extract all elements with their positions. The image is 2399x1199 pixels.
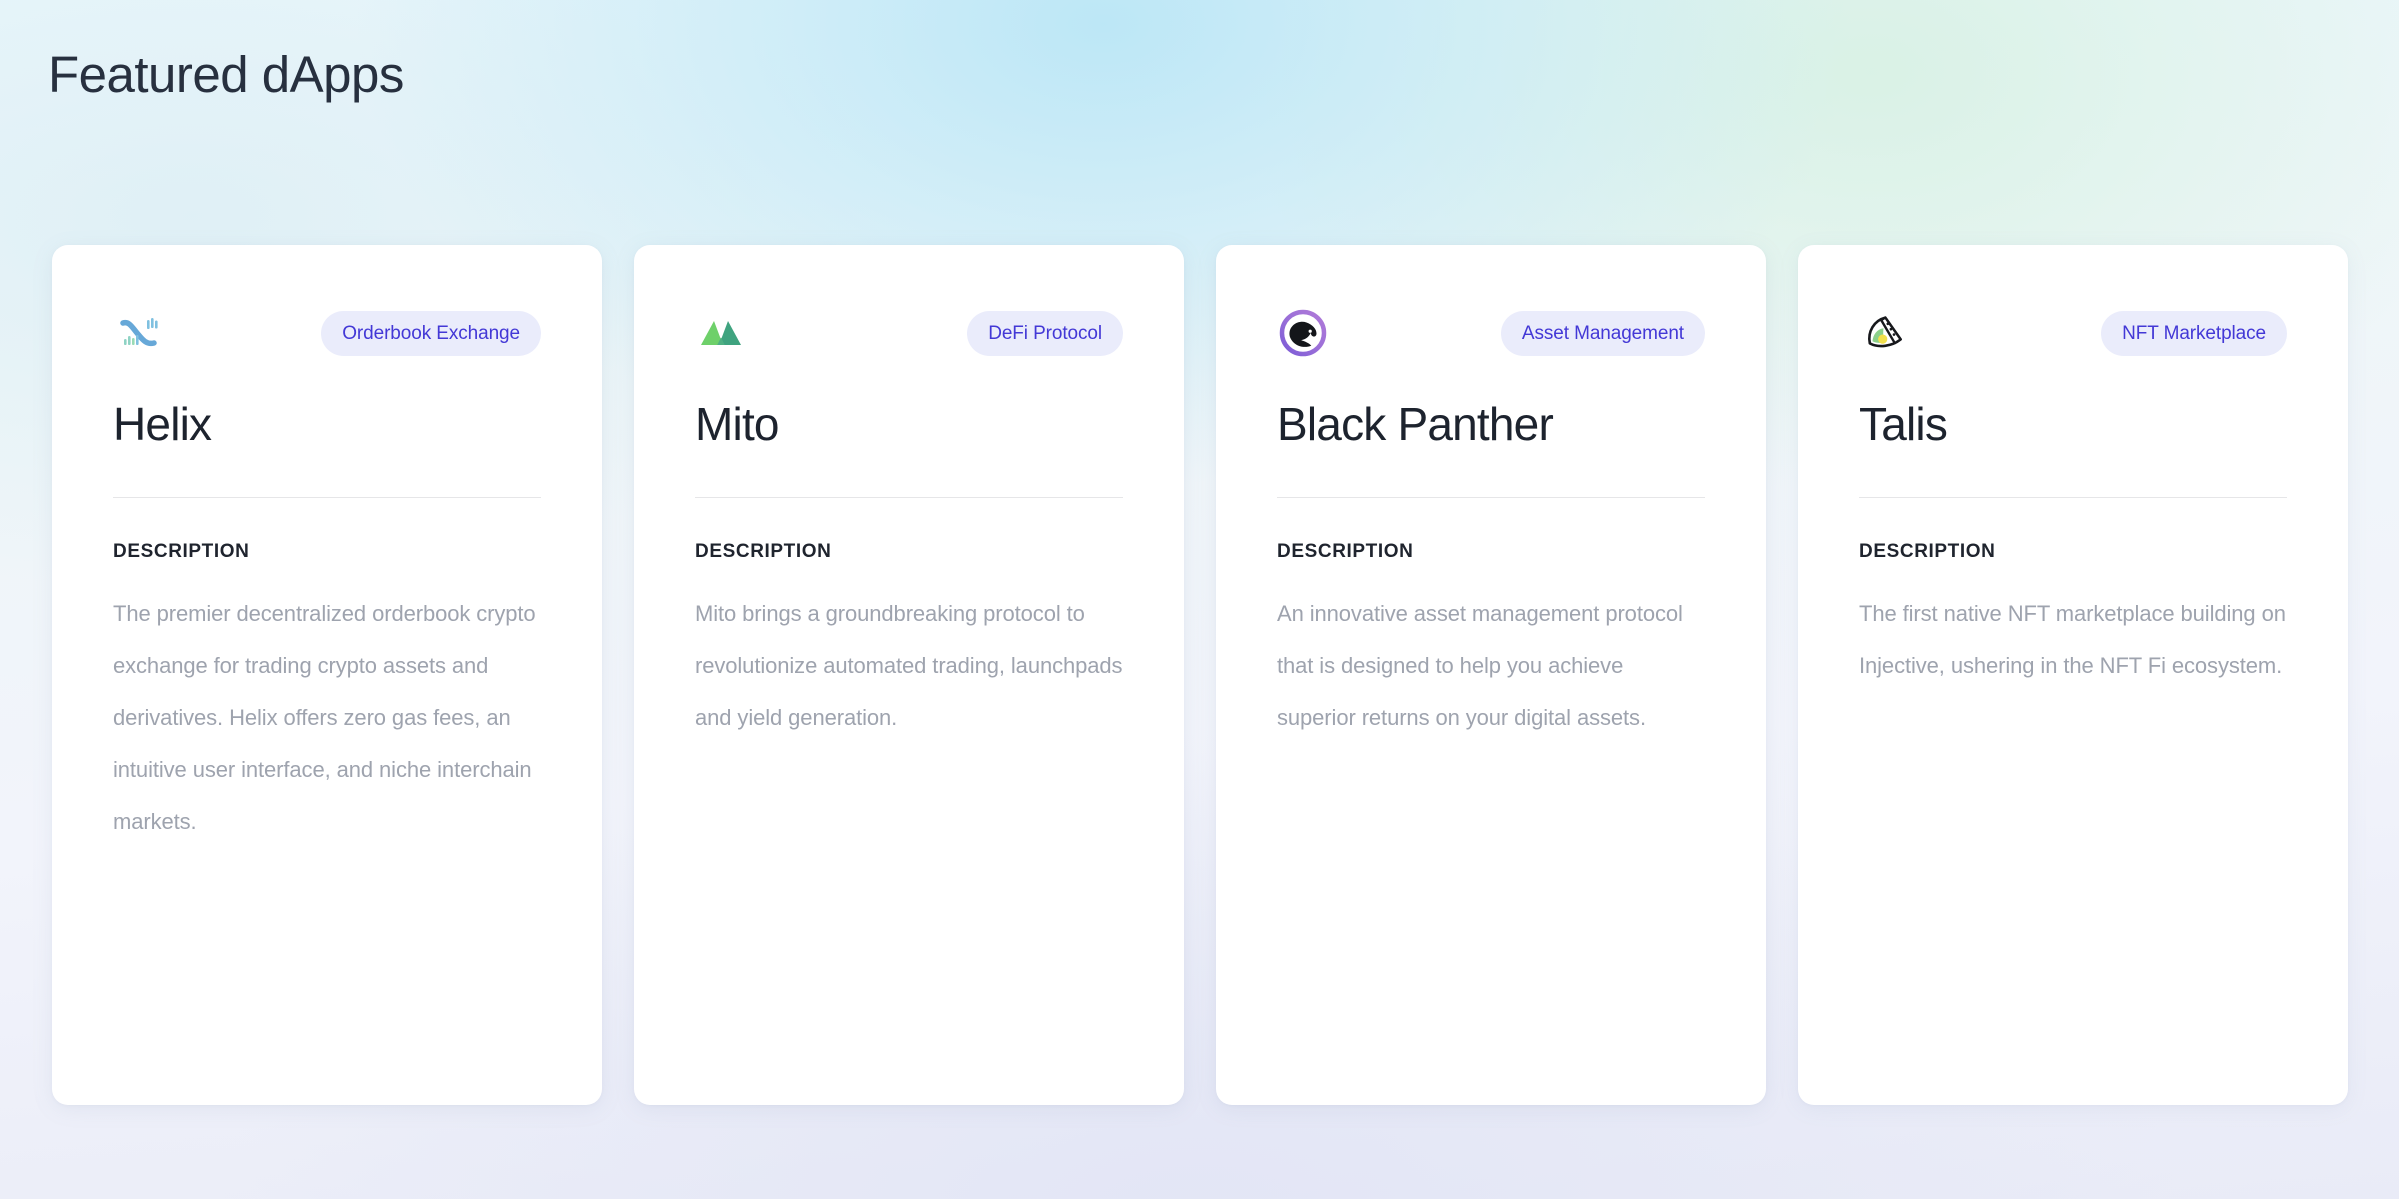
page-title: Featured dApps	[48, 46, 404, 103]
card-divider	[1859, 496, 2287, 498]
dapp-card-mito[interactable]: DeFi Protocol Mito DESCRIPTION Mito brin…	[634, 245, 1184, 1105]
dapp-category-badge: NFT Marketplace	[2101, 310, 2287, 356]
helix-logo-icon	[113, 307, 165, 359]
card-header: DeFi Protocol	[695, 307, 1123, 359]
card-header: NFT Marketplace	[1859, 307, 2287, 359]
dapp-card-helix[interactable]: Orderbook Exchange Helix DESCRIPTION The…	[52, 245, 602, 1105]
description-label: DESCRIPTION	[695, 540, 832, 562]
dapp-name: Black Panther	[1277, 398, 1554, 450]
dapp-cards-row: Orderbook Exchange Helix DESCRIPTION The…	[52, 245, 2348, 1105]
mito-logo-icon	[695, 307, 747, 359]
dapp-category-badge: DeFi Protocol	[967, 310, 1123, 356]
card-header: Orderbook Exchange	[113, 307, 541, 359]
dapp-card-talis[interactable]: NFT Marketplace Talis DESCRIPTION The fi…	[1798, 245, 2348, 1105]
featured-dapps-page: Featured dApps Orderbook Exchange Helix …	[0, 0, 2399, 1199]
talis-logo-icon	[1859, 307, 1911, 359]
card-header: Asset Management	[1277, 307, 1705, 359]
dapp-description: The premier decentralized orderbook cryp…	[113, 600, 536, 834]
card-divider	[695, 496, 1123, 498]
dapp-category-badge: Asset Management	[1500, 310, 1705, 356]
dapp-card-black-panther[interactable]: Asset Management Black Panther DESCRIPTI…	[1216, 245, 1766, 1105]
dapp-name: Mito	[695, 398, 780, 450]
card-divider	[113, 496, 541, 498]
dapp-name: Talis	[1859, 398, 1948, 450]
dapp-category-badge: Orderbook Exchange	[321, 310, 541, 356]
description-label: DESCRIPTION	[113, 540, 250, 562]
description-label: DESCRIPTION	[1277, 540, 1414, 562]
description-label: DESCRIPTION	[1859, 540, 1996, 562]
black-panther-logo-icon	[1277, 307, 1329, 359]
dapp-description: Mito brings a groundbreaking protocol to…	[695, 600, 1123, 730]
card-divider	[1277, 496, 1705, 498]
dapp-description: The first native NFT marketplace buildin…	[1859, 600, 2286, 678]
dapp-name: Helix	[113, 398, 212, 450]
dapp-description: An innovative asset management protocol …	[1277, 600, 1683, 730]
